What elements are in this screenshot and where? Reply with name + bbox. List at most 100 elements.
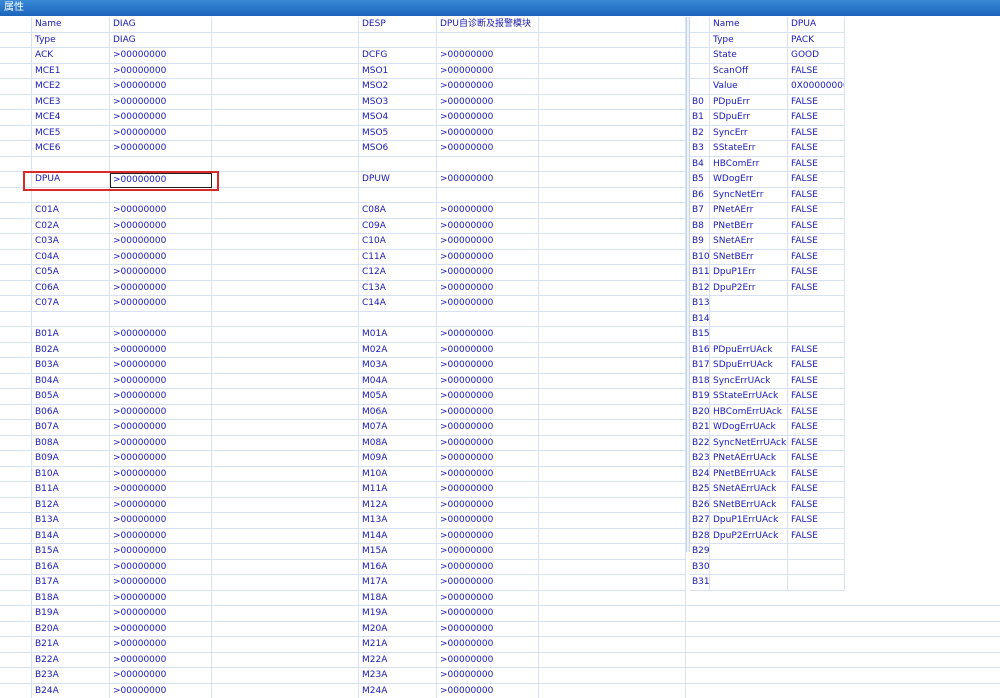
table-row[interactable]: Type PACK	[690, 32, 845, 48]
property-value[interactable]: >00000000	[437, 342, 539, 358]
property-value[interactable]: >00000000	[437, 652, 539, 668]
table-row[interactable]: C04A >00000000 C11A >00000000	[0, 249, 686, 265]
property-value[interactable]: >00000000	[110, 637, 212, 653]
table-row[interactable]: B23A >00000000 M23A >00000000	[0, 668, 686, 684]
table-row[interactable]: MCE1 >00000000 MSO1 >00000000	[0, 63, 686, 79]
table-row[interactable]: B20 HBComErrUAck FALSE	[690, 404, 845, 420]
table-row[interactable]: B28 DpuP2ErrUAck FALSE	[690, 528, 845, 544]
property-value[interactable]: >00000000	[110, 48, 212, 64]
table-row[interactable]: B04A >00000000 M04A >00000000	[0, 373, 686, 389]
property-value[interactable]	[110, 156, 212, 172]
table-row[interactable]: B21 WDogErrUAck FALSE	[690, 420, 845, 436]
table-row[interactable]: B18 SyncErrUAck FALSE	[690, 373, 845, 389]
property-value[interactable]: >00000000	[110, 513, 212, 529]
property-value[interactable]: >00000000	[110, 575, 212, 591]
property-value[interactable]: >00000000	[110, 606, 212, 622]
table-row[interactable]: B21A >00000000 M21A >00000000	[0, 637, 686, 653]
property-value[interactable]: >00000000	[437, 234, 539, 250]
table-row[interactable]: B19A >00000000 M19A >00000000	[0, 606, 686, 622]
property-value[interactable]: >00000000	[437, 79, 539, 95]
table-row[interactable]: B15	[690, 327, 845, 343]
table-row[interactable]: B17A >00000000 M17A >00000000	[0, 575, 686, 591]
property-value[interactable]: >00000000	[110, 544, 212, 560]
property-value[interactable]: >00000000	[110, 420, 212, 436]
table-row[interactable]: B0 PDpuErr FALSE	[690, 94, 845, 110]
table-row[interactable]: B24A >00000000 M24A >00000000	[0, 683, 686, 698]
table-row[interactable]: MCE2 >00000000 MSO2 >00000000	[0, 79, 686, 95]
table-row[interactable]: B13	[690, 296, 845, 312]
property-value[interactable]: >00000000	[110, 110, 212, 126]
property-value[interactable]: >00000000	[437, 544, 539, 560]
property-value[interactable]: >00000000	[110, 668, 212, 684]
property-value[interactable]: >00000000	[110, 404, 212, 420]
table-row[interactable]: B26 SNetBErrUAck FALSE	[690, 497, 845, 513]
property-value[interactable]: >00000000	[437, 203, 539, 219]
property-value[interactable]: >00000000	[110, 63, 212, 79]
property-value[interactable]	[437, 156, 539, 172]
table-row[interactable]: Value 0X00000000	[690, 79, 845, 95]
table-row[interactable]: Name DIAG DESP DPU自诊断及报警模块	[0, 17, 686, 33]
property-value[interactable]: >00000000	[110, 482, 212, 498]
property-value[interactable]: >00000000	[110, 497, 212, 513]
property-value[interactable]: >00000000	[110, 342, 212, 358]
table-row[interactable]: B9 SNetAErr FALSE	[690, 234, 845, 250]
property-value[interactable]: >00000000	[437, 141, 539, 157]
table-row[interactable]: C07A >00000000 C14A >00000000	[0, 296, 686, 312]
table-row[interactable]: B29	[690, 544, 845, 560]
property-value[interactable]: >00000000	[437, 327, 539, 343]
table-row[interactable]: MCE4 >00000000 MSO4 >00000000	[0, 110, 686, 126]
selected-value-editor[interactable]: >00000000	[110, 173, 212, 188]
table-row[interactable]: B14	[690, 311, 845, 327]
table-row[interactable]: B27 DpuP1ErrUAck FALSE	[690, 513, 845, 529]
table-row[interactable]: B19 SStateErrUAck FALSE	[690, 389, 845, 405]
table-row[interactable]: MCE3 >00000000 MSO3 >00000000	[0, 94, 686, 110]
property-value[interactable]	[110, 187, 212, 203]
table-row[interactable]: Type DIAG	[0, 32, 686, 48]
property-value[interactable]: >00000000	[437, 420, 539, 436]
table-row[interactable]: C01A >00000000 C08A >00000000	[0, 203, 686, 219]
table-row[interactable]: B8 PNetBErr FALSE	[690, 218, 845, 234]
property-value[interactable]: >00000000	[437, 110, 539, 126]
property-value[interactable]: >00000000	[437, 373, 539, 389]
table-row[interactable]: B4 HBComErr FALSE	[690, 156, 845, 172]
table-row[interactable]: State GOOD	[690, 48, 845, 64]
property-value[interactable]: >00000000	[110, 528, 212, 544]
property-value[interactable]: >00000000	[437, 668, 539, 684]
table-row[interactable]: B01A >00000000 M01A >00000000	[0, 327, 686, 343]
property-value[interactable]: >00000000	[110, 373, 212, 389]
table-row[interactable]: B14A >00000000 M14A >00000000	[0, 528, 686, 544]
table-row[interactable]	[0, 187, 686, 203]
property-value[interactable]: >00000000	[110, 358, 212, 374]
table-row[interactable]: B16 PDpuErrUAck FALSE	[690, 342, 845, 358]
property-value[interactable]: DIAG	[110, 32, 212, 48]
table-row[interactable]: B02A >00000000 M02A >00000000	[0, 342, 686, 358]
property-value[interactable]: >00000000	[437, 404, 539, 420]
table-row[interactable]: B12A >00000000 M12A >00000000	[0, 497, 686, 513]
property-value[interactable]	[437, 187, 539, 203]
property-value[interactable]: >00000000	[110, 621, 212, 637]
table-row[interactable]: B7 PNetAErr FALSE	[690, 203, 845, 219]
property-value[interactable]: >00000000	[110, 234, 212, 250]
table-row[interactable]: B6 SyncNetErr FALSE	[690, 187, 845, 203]
table-row[interactable]: C02A >00000000 C09A >00000000	[0, 218, 686, 234]
table-row[interactable]: B17 SDpuErrUAck FALSE	[690, 358, 845, 374]
property-value[interactable]: >00000000	[110, 94, 212, 110]
table-row[interactable]: B06A >00000000 M06A >00000000	[0, 404, 686, 420]
property-value[interactable]: >00000000	[110, 218, 212, 234]
table-row[interactable]: B1 SDpuErr FALSE	[690, 110, 845, 126]
table-row[interactable]: B15A >00000000 M15A >00000000	[0, 544, 686, 560]
table-row[interactable]: B03A >00000000 M03A >00000000	[0, 358, 686, 374]
table-row[interactable]: DPUA>00000000DPUW>00000000	[0, 172, 686, 188]
table-row[interactable]: B31	[690, 575, 845, 591]
table-row[interactable]: C05A >00000000 C12A >00000000	[0, 265, 686, 281]
property-value[interactable]: >00000000	[437, 528, 539, 544]
property-value[interactable]: DPU自诊断及报警模块	[437, 17, 539, 33]
property-value[interactable]: >00000000	[437, 513, 539, 529]
table-row[interactable]: B16A >00000000 M16A >00000000	[0, 559, 686, 575]
table-row[interactable]: C06A >00000000 C13A >00000000	[0, 280, 686, 296]
table-row[interactable]: B09A >00000000 M09A >00000000	[0, 451, 686, 467]
table-row[interactable]: B25 SNetAErrUAck FALSE	[690, 482, 845, 498]
property-value[interactable]: DIAG	[110, 17, 212, 33]
table-row[interactable]: ScanOff FALSE	[690, 63, 845, 79]
table-row[interactable]: B08A >00000000 M08A >00000000	[0, 435, 686, 451]
